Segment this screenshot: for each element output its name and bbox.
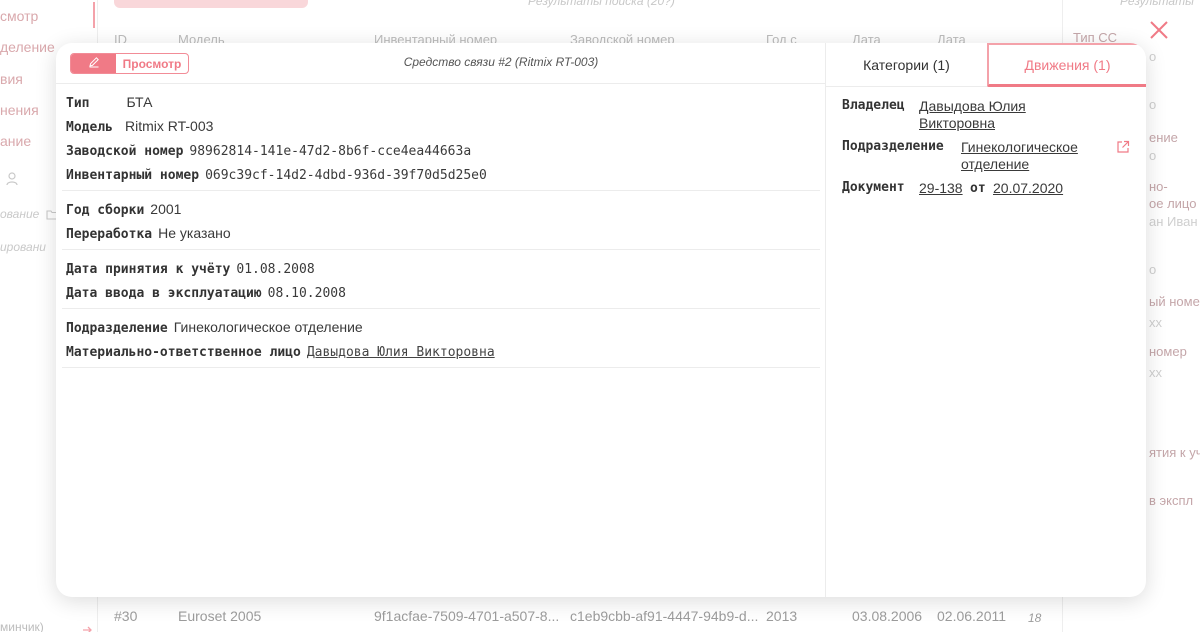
background-toolbar xyxy=(114,0,308,8)
field-label: Заводской номер xyxy=(66,144,184,159)
filter-label: номер xyxy=(1149,344,1187,359)
sidebar-item[interactable]: ование xyxy=(0,207,39,221)
results-count: Результаты поиска (20?) xyxy=(528,0,675,8)
details-header: Просмотр Средство связи #2 (Ritmix RT-00… xyxy=(56,43,825,84)
department-link[interactable]: Гинекологическое xyxy=(961,139,1078,156)
responsible-person-link[interactable]: Давыдова Юлия Викторовна xyxy=(307,345,495,360)
side-tabs: Категории (1) Движения (1) xyxy=(826,43,1146,87)
user-icon[interactable] xyxy=(6,172,18,191)
owner-link[interactable]: Давыдова Юлия xyxy=(919,98,1026,115)
filter-value: о xyxy=(1149,262,1157,277)
field-label: Тип xyxy=(66,96,90,111)
section-dates: Дата принятия к учёту 01.08.2008 Дата вво… xyxy=(62,250,820,309)
field-value: 08.10.2008 xyxy=(267,286,346,301)
close-icon[interactable] xyxy=(1148,19,1170,41)
field-type: Тип БТА xyxy=(66,94,152,111)
section-general: Тип БТА Модель Ritmix RT-003 Заводской ном… xyxy=(62,84,820,191)
movement-owner: Владелец Давыдова Юлия Викторовна xyxy=(842,98,1142,134)
modal-title: Средство связи #2 (Ritmix RT-003) xyxy=(403,55,599,69)
field-label: Документ xyxy=(842,180,905,195)
field-value: 2001 xyxy=(150,201,182,217)
field-label: Материально-ответственное лицо xyxy=(66,345,301,360)
sidebar-active-indicator xyxy=(93,2,95,28)
filter-value: о xyxy=(1149,49,1157,64)
filter-value: о xyxy=(1149,148,1157,163)
external-link-icon[interactable] xyxy=(1116,140,1130,154)
field-value: 069c39cf-14d2-4dbd-936d-39f70d5d25e0 xyxy=(205,168,487,183)
tab-movements[interactable]: Движения (1) xyxy=(987,43,1146,87)
field-value: Гинекологическое отделение xyxy=(173,319,363,335)
field-label: Владелец xyxy=(842,98,905,113)
field-rework: Переработка Не указано xyxy=(66,225,231,242)
field-value: БТА xyxy=(126,94,153,110)
field-label: Год сборки xyxy=(66,203,145,218)
field-value: 01.08.2008 xyxy=(236,262,315,277)
field-label: от xyxy=(970,181,986,196)
filter-label: ение xyxy=(1149,130,1178,145)
side-pane: Категории (1) Движения (1) Владелец Давы… xyxy=(825,43,1146,597)
device-details-modal: Просмотр Средство связи #2 (Ritmix RT-00… xyxy=(56,43,1146,597)
field-label: Дата принятия к учёту xyxy=(66,262,231,277)
sidebar-user: минчик) xyxy=(0,620,44,632)
filter-value: ан Иван xyxy=(1149,214,1198,229)
field-year: Год сборки 2001 xyxy=(66,201,181,218)
field-accepted: Дата принятия к учёту 01.08.2008 xyxy=(66,260,315,277)
table-cell-year[interactable]: 2013 xyxy=(766,608,797,624)
logout-icon[interactable] xyxy=(82,622,94,632)
pencil-icon xyxy=(88,55,100,73)
table-cell-id[interactable]: #30 xyxy=(114,608,137,624)
document-link[interactable]: 29-138 xyxy=(919,180,963,197)
table-cell-model[interactable]: Euroset 2005 xyxy=(178,608,261,624)
field-label: Подразделение xyxy=(842,139,944,154)
field-responsible: Материально-ответственное лицо Давыдова Ю… xyxy=(66,343,495,360)
movement-document: Документ 29-138 от 20.07.2020 xyxy=(842,180,1142,198)
filter-value: хх xyxy=(1149,365,1162,380)
sidebar-item[interactable]: деление xyxy=(0,39,55,55)
field-label: Модель xyxy=(66,120,113,135)
field-value: 98962814-141e-47d2-8b6f-cce4ea44663a xyxy=(189,144,472,159)
edit-mode-button[interactable] xyxy=(71,54,116,73)
field-serial: Заводской номер 98962814-141e-47d2-8b6f-c… xyxy=(66,142,471,159)
field-model: Модель Ritmix RT-003 xyxy=(66,118,213,135)
field-value: Не указано xyxy=(158,225,231,241)
filter-label: но- xyxy=(1149,179,1168,194)
filter-label: в экспл xyxy=(1149,493,1194,508)
sidebar-item[interactable]: ание xyxy=(0,133,31,149)
mode-switch: Просмотр xyxy=(70,53,189,74)
table-cell-inventory[interactable]: 9f1acfae-7509-4701-a507-8... xyxy=(374,608,559,624)
field-label: Инвентарный номер xyxy=(66,168,200,183)
filter-label: ятия к уч xyxy=(1149,445,1200,460)
document-date-link[interactable]: 20.07.2020 xyxy=(993,180,1063,197)
tab-categories[interactable]: Категории (1) xyxy=(826,43,987,87)
filter-label: ый номе xyxy=(1149,294,1200,309)
table-cell-date[interactable]: 02.06.2011 xyxy=(937,608,1006,624)
section-production: Год сборки 2001 Переработка Не указано xyxy=(62,191,820,250)
view-mode-button[interactable]: Просмотр xyxy=(116,54,188,73)
details-pane: Просмотр Средство связи #2 (Ritmix RT-00… xyxy=(56,43,825,597)
movement-department: Подразделение Гинекологическое отделение xyxy=(842,139,1142,175)
sidebar-item[interactable]: ировани xyxy=(0,240,46,254)
department-link[interactable]: отделение xyxy=(961,156,1029,173)
sidebar-item[interactable]: вия xyxy=(0,71,23,87)
table-cell-serial[interactable]: c1eb9cbb-af91-4447-94b9-d... xyxy=(570,608,758,624)
sidebar-item[interactable]: смотр xyxy=(0,8,38,24)
field-department: Подразделение Гинекологическое отделение xyxy=(66,319,363,336)
table-cell-count: 18 xyxy=(1028,611,1042,625)
filter-value: хх xyxy=(1149,315,1162,330)
section-responsibility: Подразделение Гинекологическое отделение … xyxy=(62,309,820,368)
filter-value: о xyxy=(1149,97,1157,112)
field-label: Дата ввода в эксплуатацию xyxy=(66,286,262,301)
field-inventory: Инвентарный номер 069c39cf-14d2-4dbd-936d… xyxy=(66,166,487,183)
field-value: Ritmix RT-003 xyxy=(124,118,214,134)
field-label: Подразделение xyxy=(66,321,168,336)
table-cell-date[interactable]: 03.08.2006 xyxy=(852,608,922,624)
filter-label: ое лицо xyxy=(1149,196,1197,211)
owner-link[interactable]: Викторовна xyxy=(919,115,995,132)
field-commissioned: Дата ввода в эксплуатацию 08.10.2008 xyxy=(66,284,346,301)
field-label: Переработка xyxy=(66,227,153,242)
sidebar-item[interactable]: нения xyxy=(0,102,39,118)
